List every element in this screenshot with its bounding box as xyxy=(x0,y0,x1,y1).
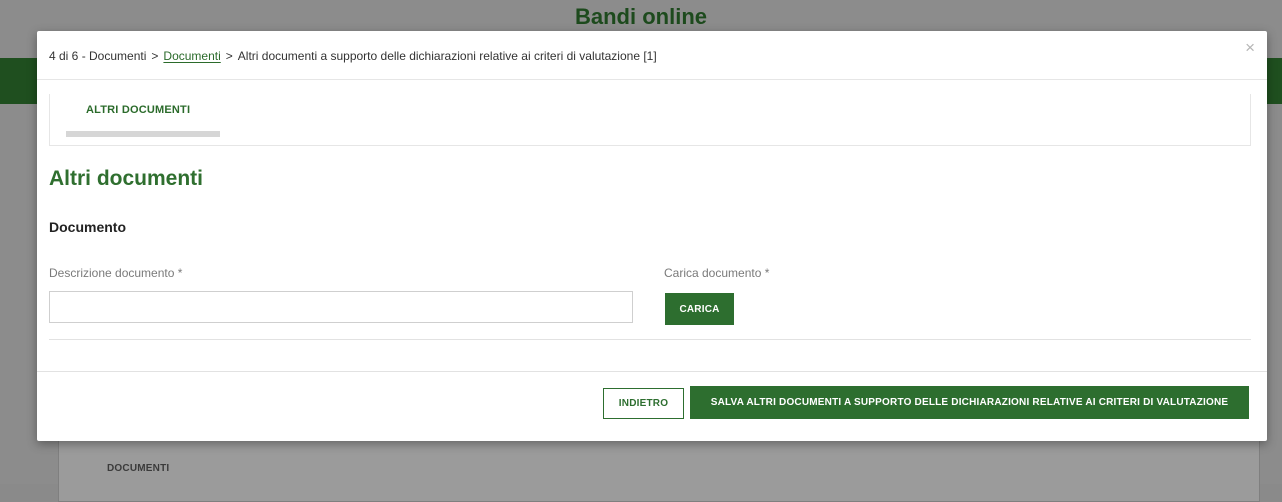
breadcrumb-link-documenti[interactable]: Documenti xyxy=(163,49,220,63)
description-input[interactable] xyxy=(49,291,633,323)
back-button[interactable]: INDIETRO xyxy=(603,388,684,419)
tab-bar: ALTRI DOCUMENTI xyxy=(49,94,1251,146)
background-card-label: DOCUMENTI xyxy=(107,463,170,474)
subsection-title: Documento xyxy=(49,219,126,235)
upload-label: Carica documento * xyxy=(664,266,770,280)
tab-active-indicator xyxy=(66,131,220,137)
save-button[interactable]: SALVA ALTRI DOCUMENTI A SUPPORTO DELLE D… xyxy=(690,386,1249,419)
breadcrumb-separator: > xyxy=(225,49,233,63)
description-label: Descrizione documento * xyxy=(49,266,183,280)
breadcrumb: 4 di 6 - Documenti > Documenti > Altri docum… xyxy=(49,49,657,63)
breadcrumb-current: Altri documenti a supporto delle dichiar… xyxy=(237,49,657,63)
tab-altri-documenti[interactable]: ALTRI DOCUMENTI xyxy=(66,104,220,144)
modal-dialog: 4 di 6 - Documenti > Documenti > Altri docum… xyxy=(37,31,1267,441)
section-title: Altri documenti xyxy=(49,167,204,190)
breadcrumb-step: 4 di 6 - Documenti xyxy=(49,49,147,63)
close-icon[interactable]: × xyxy=(1245,39,1255,56)
upload-button[interactable]: CARICA xyxy=(665,293,734,325)
footer-divider xyxy=(37,371,1267,372)
background-site-title: Bandi online xyxy=(575,4,707,29)
modal-header: 4 di 6 - Documenti > Documenti > Altri docum… xyxy=(37,31,1267,80)
divider xyxy=(49,339,1251,340)
breadcrumb-separator: > xyxy=(151,49,159,63)
background-documents-card: DOCUMENTI xyxy=(58,440,1260,502)
tab-label: ALTRI DOCUMENTI xyxy=(86,104,191,116)
